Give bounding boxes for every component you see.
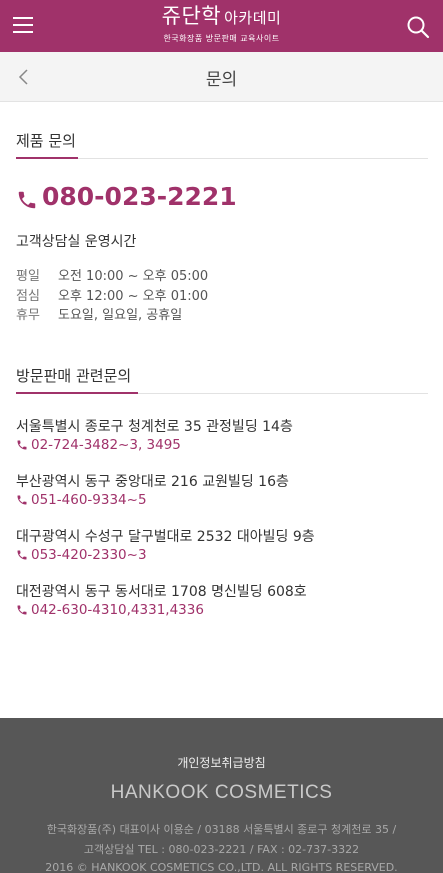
phone-icon xyxy=(17,495,27,505)
section-underline xyxy=(16,392,138,394)
branch-address: 대구광역시 수성구 달구벌대로 2532 대아빌딩 9층 xyxy=(16,529,315,545)
logo-brand: 쥬단학 xyxy=(161,4,222,28)
hours-value: 오전 10:00 ~ 오후 05:00 xyxy=(58,269,209,284)
branch-phone-link[interactable]: 051-460-9334~5 xyxy=(16,492,147,508)
hours-row: 평일 오전 10:00 ~ 오후 05:00 xyxy=(16,265,208,284)
company-logo: HANKOOK COSMETICS xyxy=(110,782,333,803)
page-title: 문의 xyxy=(205,70,238,90)
hours-value: 오후 12:00 ~ 오후 01:00 xyxy=(58,289,209,304)
branch-phone-link[interactable]: 02-724-3482~3, 3495 xyxy=(16,437,181,453)
branch-phone-link[interactable]: 042-630-4310,4331,4336 xyxy=(16,602,204,618)
page-title-bar: 문의 xyxy=(0,52,443,102)
section-title-product-inquiry: 제품 문의 xyxy=(16,132,76,150)
logo-tagline: 한국화장품 방문판매 교육사이트 xyxy=(163,34,280,43)
phone-icon xyxy=(17,440,27,450)
copyright-line: 2016 © HANKOOK COSMETICS CO.,LTD. ALL RI… xyxy=(45,861,398,873)
phone-icon xyxy=(17,550,27,560)
app-header: 쥬단학 아카데미 한국화장품 방문판매 교육사이트 xyxy=(0,0,443,52)
hours-row: 휴무 도요일, 일요일, 공휴일 xyxy=(16,304,182,323)
phone-number: 080-023-2221 xyxy=(42,182,237,211)
company-info-line: 고객상담실 TEL : 080-023-2221 / FAX : 02-737-… xyxy=(83,843,360,856)
phone-icon xyxy=(17,605,27,615)
branch-address: 부산광역시 동구 중앙대로 216 교원빌딩 16층 xyxy=(16,474,289,490)
branch-phone: 042-630-4310,4331,4336 xyxy=(31,602,204,618)
site-logo[interactable]: 쥬단학 아카데미 한국화장품 방문판매 교육사이트 xyxy=(0,4,443,45)
branch-phone: 051-460-9334~5 xyxy=(31,492,147,508)
logo-academy: 아카데미 xyxy=(224,9,282,27)
branch-phone-link[interactable]: 053-420-2330~3 xyxy=(16,547,147,563)
hours-label: 평일 xyxy=(16,269,40,284)
section-title-visit-sales: 방문판매 관련문의 xyxy=(16,367,132,385)
company-info-line: 한국화장품(주) 대표이사 이용순 / 03188 서울특별시 종로구 청계천로… xyxy=(46,823,397,836)
site-footer: 개인정보취급방침 HANKOOK COSMETICS 한국화장품(주) 대표이사… xyxy=(0,718,443,873)
hours-title: 고객상담실 운영시간 xyxy=(16,234,137,250)
privacy-policy-link[interactable]: 개인정보취급방침 xyxy=(0,754,443,771)
hours-label: 휴무 xyxy=(16,308,40,323)
hours-row: 점심 오후 12:00 ~ 오후 01:00 xyxy=(16,285,208,304)
hours-value: 도요일, 일요일, 공휴일 xyxy=(58,308,183,323)
search-icon[interactable] xyxy=(406,15,430,39)
branch-address: 대전광역시 동구 동서대로 1708 명신빌딩 608호 xyxy=(16,584,307,600)
branch-phone: 053-420-2330~3 xyxy=(31,547,147,563)
phone-icon xyxy=(18,191,36,209)
branch-phone: 02-724-3482~3, 3495 xyxy=(31,437,181,453)
section-underline xyxy=(16,157,78,159)
branch-address: 서울특별시 종로구 청계천로 35 관정빌딩 14층 xyxy=(16,419,293,435)
hours-label: 점심 xyxy=(16,289,40,304)
